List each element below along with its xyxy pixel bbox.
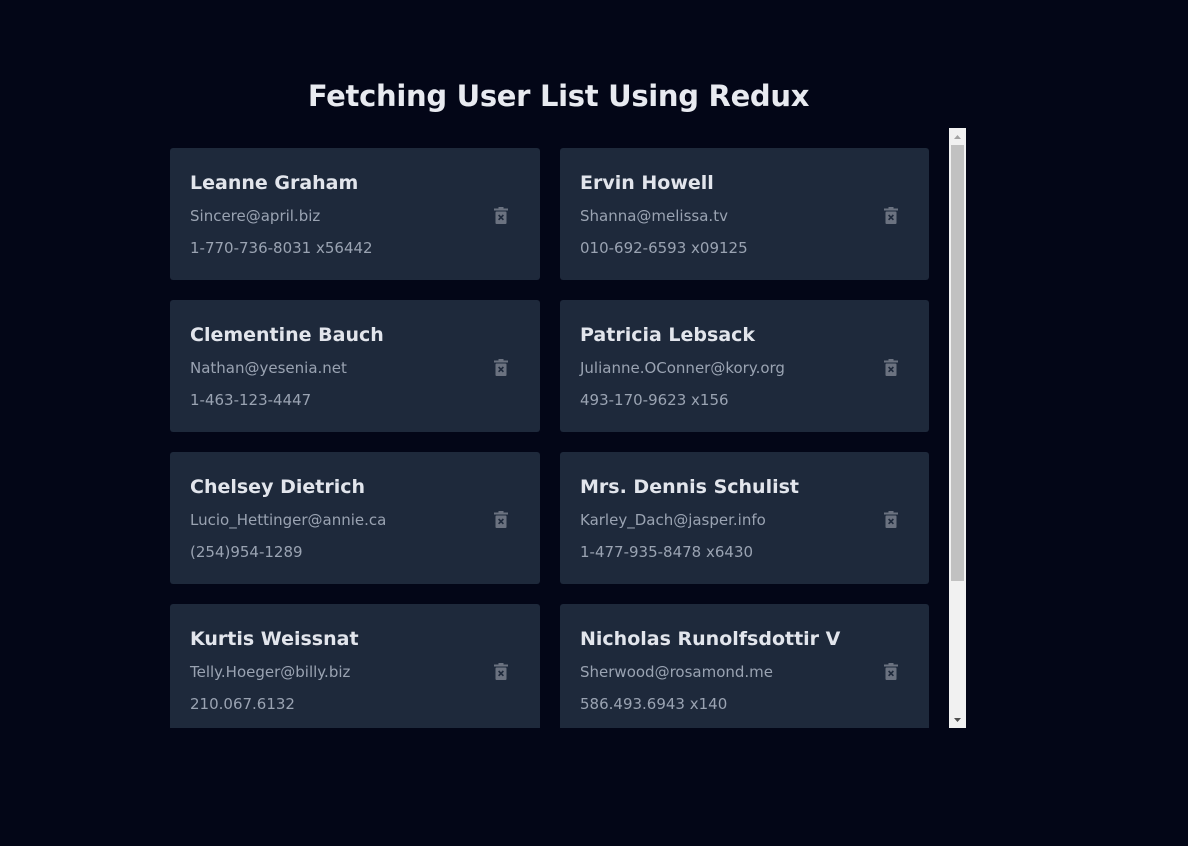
scroll-up-arrow[interactable] [949,128,966,145]
user-list: Leanne Graham Sincere@april.biz 1-770-73… [170,148,929,728]
user-name: Chelsey Dietrich [190,476,365,498]
user-card: Clementine Bauch Nathan@yesenia.net 1-46… [170,300,540,432]
user-email: Sincere@april.biz [190,207,321,225]
user-email: Telly.Hoeger@billy.biz [190,663,351,681]
trash-icon [494,510,508,528]
user-phone: (254)954-1289 [190,543,303,561]
user-phone: 1-477-935-8478 x6430 [580,543,754,561]
user-email: Sherwood@rosamond.me [580,663,774,681]
delete-user-button[interactable] [492,509,510,529]
user-email: Karley_Dach@jasper.info [580,511,766,529]
delete-user-button[interactable] [882,205,900,225]
delete-user-button[interactable] [492,205,510,225]
user-name: Clementine Bauch [190,324,384,346]
user-phone: 493-170-9623 x156 [580,391,729,409]
vertical-scrollbar[interactable] [949,128,966,728]
delete-user-button[interactable] [492,661,510,681]
trash-icon [494,358,508,376]
caret-up-icon [954,134,961,139]
scrollbar-thumb[interactable] [951,145,964,581]
page: Fetching User List Using Redux Leanne Gr… [0,0,1188,846]
user-phone: 210.067.6132 [190,695,295,713]
user-email: Julianne.OConner@kory.org [580,359,785,377]
user-phone: 1-463-123-4447 [190,391,312,409]
trash-icon [884,662,898,680]
delete-user-button[interactable] [882,661,900,681]
user-card: Leanne Graham Sincere@april.biz 1-770-73… [170,148,540,280]
user-name: Nicholas Runolfsdottir V [580,628,841,650]
user-card: Chelsey Dietrich Lucio_Hettinger@annie.c… [170,452,540,584]
user-name: Leanne Graham [190,172,359,194]
user-card: Patricia Lebsack Julianne.OConner@kory.o… [560,300,929,432]
user-card: Ervin Howell Shanna@melissa.tv 010-692-6… [560,148,929,280]
scroll-down-arrow[interactable] [949,711,966,728]
user-name: Patricia Lebsack [580,324,756,346]
trash-icon [884,358,898,376]
delete-user-button[interactable] [882,509,900,529]
trash-icon [494,662,508,680]
user-card: Nicholas Runolfsdottir V Sherwood@rosamo… [560,604,929,728]
caret-down-icon [954,717,961,722]
user-email: Nathan@yesenia.net [190,359,347,377]
user-card: Kurtis Weissnat Telly.Hoeger@billy.biz 2… [170,604,540,728]
user-name: Ervin Howell [580,172,714,194]
user-phone: 010-692-6593 x09125 [580,239,748,257]
user-card: Mrs. Dennis Schulist Karley_Dach@jasper.… [560,452,929,584]
trash-icon [884,206,898,224]
user-email: Lucio_Hettinger@annie.ca [190,511,387,529]
user-phone: 1-770-736-8031 x56442 [190,239,373,257]
delete-user-button[interactable] [882,357,900,377]
user-name: Kurtis Weissnat [190,628,359,650]
trash-icon [884,510,898,528]
user-email: Shanna@melissa.tv [580,207,728,225]
user-phone: 586.493.6943 x140 [580,695,728,713]
user-list-scroll-container[interactable]: Leanne Graham Sincere@april.biz 1-770-73… [170,128,966,728]
page-title: Fetching User List Using Redux [307,79,810,113]
trash-icon [494,206,508,224]
user-name: Mrs. Dennis Schulist [580,476,799,498]
delete-user-button[interactable] [492,357,510,377]
